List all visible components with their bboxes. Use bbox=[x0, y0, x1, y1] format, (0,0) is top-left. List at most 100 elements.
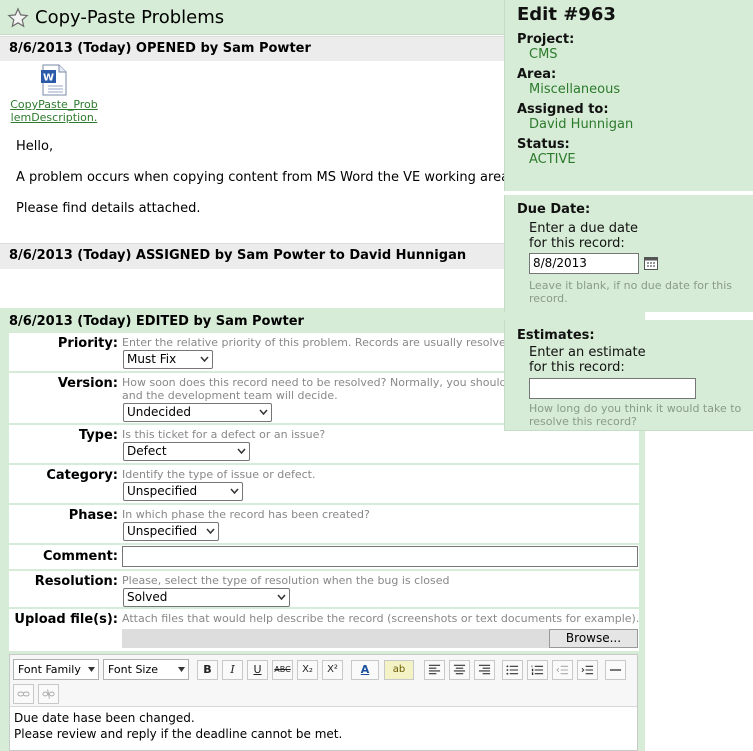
phase-hint: In which phase the record has been creat… bbox=[122, 508, 370, 521]
message-line: Hello, bbox=[16, 139, 54, 154]
comment-row: Comment: bbox=[9, 545, 639, 569]
font-family-select[interactable]: Font Family bbox=[13, 659, 99, 680]
title-bar: Copy-Paste Problems bbox=[0, 0, 505, 35]
chevron-down-icon bbox=[259, 409, 268, 416]
phase-value: Unspecified bbox=[127, 524, 198, 538]
phase-label: Phase: bbox=[9, 507, 118, 523]
outdent-icon[interactable] bbox=[552, 660, 573, 680]
category-label: Category: bbox=[9, 467, 118, 483]
word-doc-icon: W bbox=[41, 64, 67, 96]
underline-button[interactable]: U bbox=[247, 660, 268, 680]
due-date-text: Enter a due date bbox=[529, 221, 639, 236]
editor-toolbar: Font Family Font Size B I U ABC X₂ X² A … bbox=[10, 655, 637, 707]
type-label: Type: bbox=[9, 427, 118, 443]
estimates-label: Estimates: bbox=[517, 328, 595, 343]
type-value: Defect bbox=[127, 444, 167, 458]
italic-button[interactable]: I bbox=[222, 660, 243, 680]
priority-value: Must Fix bbox=[127, 352, 177, 366]
link-icon[interactable] bbox=[13, 684, 34, 704]
record-title: Copy-Paste Problems bbox=[35, 7, 225, 28]
category-select[interactable]: Unspecified bbox=[123, 482, 243, 501]
resolution-hint: Please, select the type of resolution wh… bbox=[122, 574, 450, 587]
category-row: Category: Identify the type of issue or … bbox=[9, 465, 639, 503]
project-value: CMS bbox=[529, 47, 558, 62]
strikethrough-button[interactable]: ABC bbox=[272, 660, 293, 680]
svg-text:W: W bbox=[43, 73, 54, 84]
upload-hint: Attach files that would help describe th… bbox=[122, 612, 640, 625]
chevron-down-icon bbox=[277, 594, 286, 601]
attachment[interactable]: W CopyPaste_Prob lemDescription. bbox=[8, 64, 100, 124]
due-date-field-wrap: 8/8/2013 bbox=[517, 253, 753, 277]
status-value: ACTIVE bbox=[529, 152, 576, 167]
star-icon[interactable] bbox=[7, 7, 29, 29]
estimates-field-wrap bbox=[517, 378, 753, 402]
estimates-panel: Estimates: Enter an estimate for this re… bbox=[504, 320, 753, 431]
align-right-icon[interactable] bbox=[474, 660, 495, 680]
chevron-down-icon bbox=[88, 667, 95, 672]
due-date-panel: Due Date: Enter a due date for this reco… bbox=[504, 195, 753, 312]
panel-title: Edit #963 bbox=[517, 4, 616, 25]
calendar-icon[interactable] bbox=[643, 255, 659, 271]
priority-label: Priority: bbox=[9, 335, 118, 351]
version-hint: and the development team will decide. bbox=[122, 389, 338, 402]
priority-select[interactable]: Must Fix bbox=[123, 350, 213, 369]
align-left-icon[interactable] bbox=[424, 660, 445, 680]
attachment-link-line1[interactable]: CopyPaste_Prob bbox=[8, 98, 100, 111]
chevron-down-icon bbox=[230, 488, 239, 495]
font-family-value: Font Family bbox=[18, 663, 81, 676]
version-select[interactable]: Undecided bbox=[123, 403, 272, 422]
due-date-text: for this record: bbox=[529, 236, 625, 251]
bullet-list-icon[interactable] bbox=[502, 660, 523, 680]
highlight-color-button[interactable]: ab bbox=[384, 660, 414, 680]
attachment-link-line2[interactable]: lemDescription. bbox=[8, 111, 100, 124]
file-path-field[interactable] bbox=[122, 629, 550, 648]
upload-label: Upload file(s): bbox=[9, 611, 118, 627]
unlink-icon[interactable] bbox=[38, 684, 59, 704]
chevron-down-icon bbox=[178, 667, 185, 672]
align-center-icon[interactable] bbox=[449, 660, 470, 680]
editor-content[interactable]: Due date hase been changed. Please revie… bbox=[14, 710, 342, 742]
project-label: Project: bbox=[517, 32, 575, 47]
assigned-label: Assigned to: bbox=[517, 102, 609, 117]
resolution-row: Resolution: Please, select the type of r… bbox=[9, 571, 639, 607]
resolution-value: Solved bbox=[127, 590, 168, 604]
font-color-button[interactable]: A bbox=[351, 660, 379, 680]
details-panel: Edit #963 Project: CMS Area: Miscellaneo… bbox=[504, 0, 753, 191]
estimates-input[interactable] bbox=[529, 378, 696, 399]
comment-input[interactable] bbox=[122, 546, 638, 567]
due-date-input[interactable]: 8/8/2013 bbox=[529, 253, 639, 274]
area-value: Miscellaneous bbox=[529, 82, 621, 97]
due-date-hint: Leave it blank, if no due date for this bbox=[529, 279, 733, 292]
version-hint: How soon does this record need to be res… bbox=[122, 376, 507, 389]
status-label: Status: bbox=[517, 137, 570, 152]
font-size-select[interactable]: Font Size bbox=[103, 659, 189, 680]
estimates-hint: How long do you think it would take to bbox=[529, 402, 742, 415]
message-line: Please find details attached. bbox=[16, 201, 201, 216]
chevron-down-icon bbox=[200, 356, 209, 363]
type-hint: Is this ticket for a defect or an issue? bbox=[122, 428, 326, 441]
version-label: Version: bbox=[9, 375, 118, 391]
phase-select[interactable]: Unspecified bbox=[123, 522, 219, 541]
version-value: Undecided bbox=[127, 405, 191, 419]
resolution-select[interactable]: Solved bbox=[123, 588, 290, 607]
category-value: Unspecified bbox=[127, 484, 198, 498]
type-select[interactable]: Defect bbox=[123, 442, 250, 461]
chevron-down-icon bbox=[206, 528, 215, 535]
bold-button[interactable]: B bbox=[197, 660, 218, 680]
browse-button[interactable]: Browse... bbox=[549, 629, 638, 648]
estimates-text: Enter an estimate bbox=[529, 345, 646, 360]
horizontal-rule-icon[interactable] bbox=[605, 660, 626, 680]
superscript-button[interactable]: X² bbox=[322, 660, 343, 680]
message-line: A problem occurs when copying content fr… bbox=[16, 170, 514, 185]
editor-line: Due date hase been changed. bbox=[14, 711, 195, 725]
assigned-value: David Hunnigan bbox=[529, 117, 634, 132]
chevron-down-icon bbox=[237, 448, 246, 455]
rich-text-editor: Font Family Font Size B I U ABC X₂ X² A … bbox=[9, 654, 638, 751]
numbered-list-icon[interactable] bbox=[527, 660, 548, 680]
estimates-hint: resolve this record? bbox=[529, 415, 637, 428]
resolution-label: Resolution: bbox=[9, 573, 118, 589]
indent-icon[interactable] bbox=[577, 660, 598, 680]
font-size-value: Font Size bbox=[108, 663, 159, 676]
subscript-button[interactable]: X₂ bbox=[297, 660, 318, 680]
comment-label: Comment: bbox=[9, 548, 118, 564]
